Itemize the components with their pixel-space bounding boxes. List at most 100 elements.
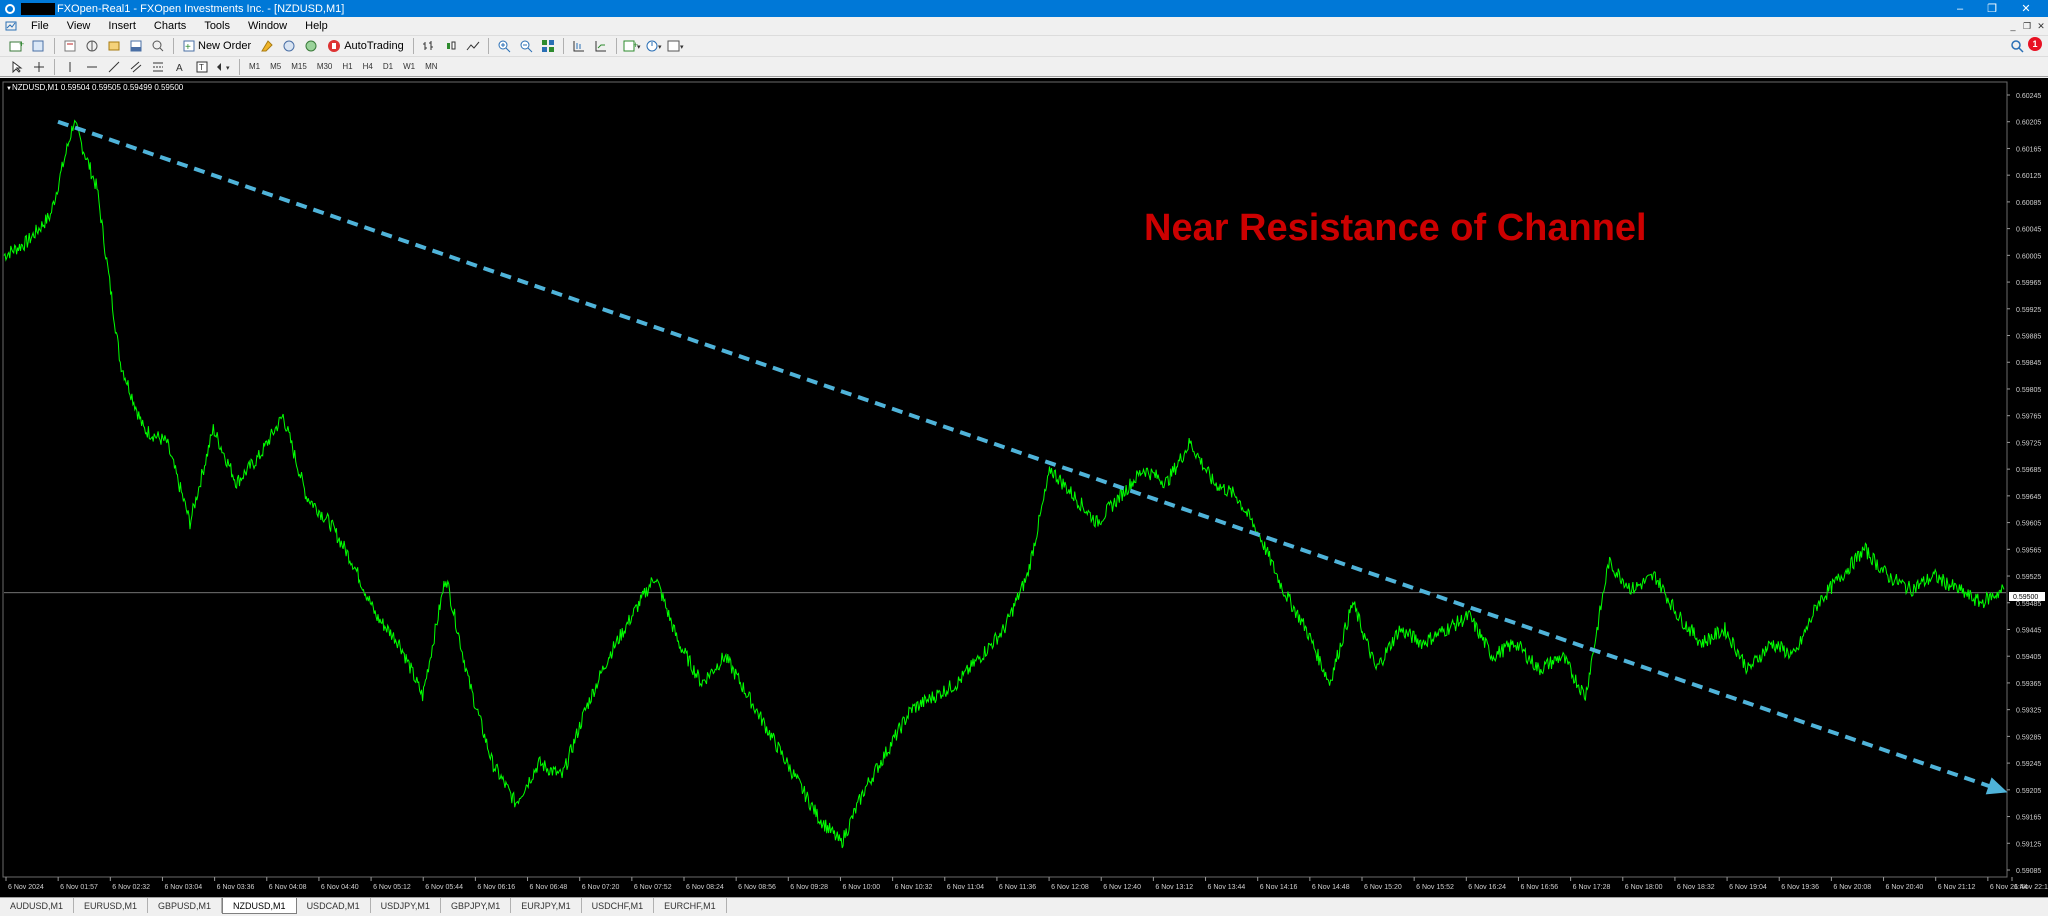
trendline-arrowhead bbox=[1985, 777, 2008, 795]
tab-gbpusd[interactable]: GBPUSD,M1 bbox=[148, 898, 223, 913]
menu-tools[interactable]: Tools bbox=[195, 20, 239, 32]
terminal-icon[interactable] bbox=[127, 37, 145, 55]
y-tick-label: 0.59925 bbox=[2016, 307, 2041, 314]
tab-eurusd[interactable]: EURUSD,M1 bbox=[74, 898, 149, 913]
x-tick-label: 6 Nov 12:40 bbox=[1103, 884, 1141, 891]
data-window-icon[interactable] bbox=[83, 37, 101, 55]
timeframe-m15[interactable]: M15 bbox=[286, 58, 312, 76]
y-tick-label: 0.59325 bbox=[2016, 708, 2041, 715]
x-tick-label: 6 Nov 19:04 bbox=[1729, 884, 1767, 891]
search-icon[interactable] bbox=[2008, 37, 2026, 55]
mdi-close-button[interactable]: ✕ bbox=[2034, 17, 2048, 35]
text-icon[interactable]: A bbox=[171, 58, 189, 76]
timeframe-m5[interactable]: M5 bbox=[265, 58, 286, 76]
chart-shift-icon[interactable] bbox=[570, 37, 588, 55]
svg-text:▾: ▾ bbox=[226, 65, 230, 72]
menu-view[interactable]: View bbox=[58, 20, 100, 32]
x-tick-label: 6 Nov 09:28 bbox=[790, 884, 828, 891]
y-tick-label: 0.59605 bbox=[2016, 521, 2041, 528]
menu-window[interactable]: Window bbox=[239, 20, 296, 32]
x-tick-label: 6 Nov 03:04 bbox=[164, 884, 202, 891]
templates-icon[interactable]: ▾ bbox=[667, 37, 685, 55]
tile-windows-icon[interactable] bbox=[539, 37, 557, 55]
notification-badge[interactable]: 1 bbox=[2028, 37, 2042, 51]
autotrading-button[interactable]: AutoTrading bbox=[324, 37, 407, 55]
timeframe-d1[interactable]: D1 bbox=[378, 58, 398, 76]
strategy-tester-icon[interactable] bbox=[149, 37, 167, 55]
crosshair-icon[interactable] bbox=[30, 58, 48, 76]
trendline-group[interactable] bbox=[57, 119, 2008, 795]
zoom-in-icon[interactable] bbox=[495, 37, 513, 55]
new-order-button[interactable]: + New Order bbox=[180, 37, 254, 55]
timeframe-w1[interactable]: W1 bbox=[398, 58, 420, 76]
timeframe-h4[interactable]: H4 bbox=[358, 58, 378, 76]
timeframe-h1[interactable]: H1 bbox=[337, 58, 357, 76]
cursor-icon[interactable] bbox=[8, 58, 26, 76]
menu-file[interactable]: File bbox=[22, 20, 58, 32]
y-tick-label: 0.60165 bbox=[2016, 146, 2041, 153]
x-tick-label: 6 Nov 10:32 bbox=[895, 884, 933, 891]
signals-icon[interactable] bbox=[280, 37, 298, 55]
price-chart[interactable]: 0.60245 0.60205 0.60165 0.60125 0.60085 0.600… bbox=[0, 78, 2048, 897]
indicators-icon[interactable]: + ▾ bbox=[623, 37, 641, 55]
navigator-icon[interactable] bbox=[105, 37, 123, 55]
y-tick-label: 0.60045 bbox=[2016, 227, 2041, 234]
timeframe-mn[interactable]: MN bbox=[420, 58, 442, 76]
arrows-icon[interactable]: ▾ bbox=[215, 58, 233, 76]
tab-eurjpy[interactable]: EURJPY,M1 bbox=[511, 898, 582, 913]
line-chart-icon[interactable] bbox=[464, 37, 482, 55]
tab-gbpjpy[interactable]: GBPJPY,M1 bbox=[441, 898, 512, 913]
market-icon[interactable] bbox=[302, 37, 320, 55]
chart-annotation[interactable]: Near Resistance of Channel bbox=[1144, 207, 1647, 249]
toolbar-separator bbox=[54, 58, 55, 75]
y-tick-label: 0.59765 bbox=[2016, 414, 2041, 421]
autoscroll-icon[interactable] bbox=[592, 37, 610, 55]
menu-charts[interactable]: Charts bbox=[145, 20, 195, 32]
chart-info: NZDUSD,M1 0.59504 0.59505 0.59499 0.5950… bbox=[12, 83, 184, 92]
profiles-icon[interactable] bbox=[30, 37, 48, 55]
equidistant-channel-icon[interactable] bbox=[127, 58, 145, 76]
x-tick-label: 6 Nov 20:08 bbox=[1833, 884, 1871, 891]
periods-icon[interactable]: ▾ bbox=[645, 37, 663, 55]
svg-text:▾: ▾ bbox=[658, 44, 662, 51]
vertical-line-icon[interactable] bbox=[61, 58, 79, 76]
tab-audusd[interactable]: AUDUSD,M1 bbox=[0, 898, 75, 913]
timeframe-m1[interactable]: M1 bbox=[244, 58, 265, 76]
y-tick-label: 0.59685 bbox=[2016, 467, 2041, 474]
candlestick-icon[interactable] bbox=[442, 37, 460, 55]
timeframe-m30[interactable]: M30 bbox=[312, 58, 338, 76]
mdi-minimize-button[interactable]: _ bbox=[2006, 17, 2020, 35]
x-tick-label: 6 Nov 08:24 bbox=[686, 884, 724, 891]
y-tick-label: 0.59645 bbox=[2016, 494, 2041, 501]
y-tick-label: 0.59445 bbox=[2016, 627, 2041, 634]
tab-usdchf[interactable]: USDCHF,M1 bbox=[582, 898, 655, 913]
market-watch-icon[interactable] bbox=[61, 37, 79, 55]
text-label-icon[interactable]: T bbox=[193, 58, 211, 76]
chart-tabs: AUDUSD,M1 EURUSD,M1 GBPUSD,M1 NZDUSD,M1 … bbox=[0, 897, 2048, 916]
fibonacci-icon[interactable] bbox=[149, 58, 167, 76]
tab-usdjpy[interactable]: USDJPY,M1 bbox=[371, 898, 441, 913]
horizontal-line-icon[interactable] bbox=[83, 58, 101, 76]
tab-eurchf[interactable]: EURCHF,M1 bbox=[654, 898, 727, 913]
tab-nzdusd[interactable]: NZDUSD,M1 bbox=[222, 898, 297, 914]
chart-window-icon[interactable] bbox=[4, 19, 18, 33]
menu-insert[interactable]: Insert bbox=[99, 20, 145, 32]
mdi-restore-button[interactable]: ❐ bbox=[2020, 17, 2034, 35]
y-tick-label: 0.60005 bbox=[2016, 253, 2041, 260]
y-tick-label: 0.59125 bbox=[2016, 841, 2041, 848]
redacted-block bbox=[21, 2, 55, 15]
chart-frame bbox=[2, 81, 2008, 878]
svg-text:+: + bbox=[19, 39, 24, 49]
x-tick-label: 6 Nov 12:08 bbox=[1051, 884, 1089, 891]
metaeditor-icon[interactable] bbox=[258, 37, 276, 55]
zoom-out-icon[interactable] bbox=[517, 37, 535, 55]
menu-help[interactable]: Help bbox=[296, 20, 337, 32]
trendline-icon[interactable] bbox=[105, 58, 123, 76]
new-chart-icon[interactable]: + bbox=[8, 37, 26, 55]
close-button[interactable]: ✕ bbox=[2004, 0, 2048, 17]
chart-window[interactable]: 0.60245 0.60205 0.60165 0.60125 0.60085 0.600… bbox=[0, 78, 2048, 897]
bar-chart-icon[interactable] bbox=[420, 37, 438, 55]
trendline[interactable] bbox=[57, 119, 2001, 792]
tab-usdcad[interactable]: USDCAD,M1 bbox=[297, 898, 371, 913]
x-tick-label: 6 Nov 16:24 bbox=[1468, 884, 1506, 891]
